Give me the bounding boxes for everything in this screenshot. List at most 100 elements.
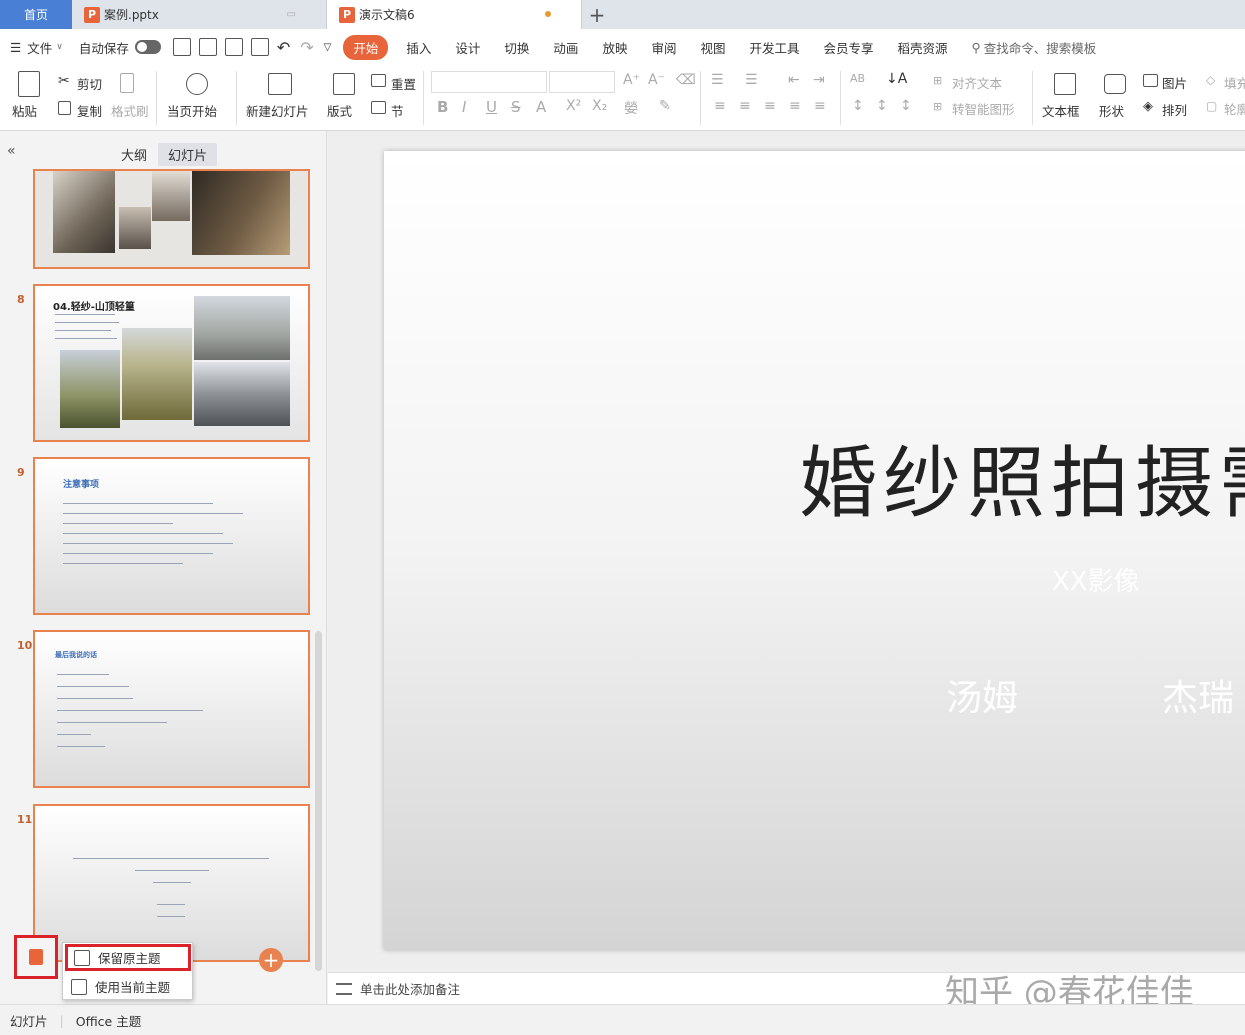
numbered-list-icon[interactable]: ☰ — [745, 72, 758, 88]
layout-button[interactable]: 版式 — [327, 101, 352, 120]
print-icon[interactable] — [224, 38, 243, 56]
status-theme[interactable]: Office 主题 — [76, 1011, 141, 1030]
monitor-icon: ▭ — [286, 9, 296, 20]
spacing-menu-icon[interactable]: ↕ — [900, 98, 912, 114]
slide-title-text[interactable]: 婚纱照拍摄需 — [799, 421, 1245, 533]
slide-thumbnail-8[interactable]: 04.轻纱-山顶轻篁 — [33, 284, 310, 442]
section-button[interactable]: 节 — [391, 101, 404, 120]
menu-transition[interactable]: 切换 — [504, 38, 529, 57]
new-tab-plus-icon[interactable]: + — [582, 0, 612, 29]
slide-thumbnail-10[interactable]: 最后我说的话 — [33, 630, 310, 788]
menu-animation[interactable]: 动画 — [553, 38, 578, 57]
redo-icon[interactable]: ↷ — [300, 38, 313, 57]
collapse-panel-icon[interactable]: « — [7, 143, 16, 159]
tab-file-presentation6[interactable]: P 演示文稿6 — [327, 0, 582, 29]
paste-button[interactable]: 粘贴 — [12, 101, 37, 120]
format-painter-button[interactable]: 格式刷 — [111, 101, 149, 120]
slides-panel: « 大纲 幻灯片 8 04.轻纱-山顶轻篁 9 注意事项 10 最后我说的话 1… — [0, 131, 327, 1004]
decrease-font-icon[interactable]: A⁻ — [648, 72, 665, 88]
outline-button[interactable]: 轮廓 — [1224, 99, 1245, 118]
align-text-button[interactable]: 对齐文本 — [952, 73, 1002, 92]
align-text-icon: ⊞ — [933, 74, 943, 87]
arrange-button[interactable]: 排列 — [1162, 100, 1187, 119]
slide-name-left[interactable]: 汤姆 — [946, 669, 1018, 721]
paste-icon[interactable] — [18, 71, 40, 97]
line-spacing-icon[interactable]: ↕ — [852, 98, 864, 114]
menu-developer[interactable]: 开发工具 — [749, 38, 799, 57]
font-color-icon[interactable]: A — [536, 98, 546, 116]
bullet-list-icon[interactable]: ☰ — [711, 72, 724, 88]
cut-button[interactable]: 剪切 — [77, 74, 102, 93]
paste-options-button[interactable] — [14, 935, 58, 979]
para-spacing-icon[interactable]: ↕ — [876, 98, 888, 114]
menu-review[interactable]: 审阅 — [651, 38, 676, 57]
current-slide[interactable]: 婚纱照拍摄需 XX影像 汤姆 杰瑞 — [384, 151, 1245, 950]
italic-icon[interactable]: I — [462, 98, 466, 116]
undo-icon[interactable]: ↶ — [277, 38, 290, 57]
indent-icon[interactable]: ⇥ — [813, 72, 825, 88]
keep-original-theme-item[interactable]: 保留原主题 — [65, 944, 191, 971]
customize-icon[interactable]: ▽ — [324, 42, 332, 53]
reset-button[interactable]: 重置 — [391, 74, 416, 93]
menu-view[interactable]: 视图 — [700, 38, 725, 57]
add-slide-plus-icon[interactable]: + — [259, 948, 283, 972]
use-current-theme-item[interactable]: 使用当前主题 — [65, 973, 191, 1000]
subscript-icon[interactable]: X₂ — [592, 98, 607, 114]
panel-scrollbar[interactable] — [315, 631, 322, 971]
command-search[interactable]: ⚲ 查找命令、搜索模板 — [972, 38, 1097, 57]
distribute-icon[interactable]: ≡ — [814, 98, 826, 114]
font-size-combo[interactable] — [549, 71, 615, 93]
picture-button[interactable]: 图片 — [1162, 73, 1187, 92]
shape-button[interactable]: 形状 — [1099, 101, 1124, 120]
autosave-toggle[interactable] — [134, 40, 161, 54]
strikethrough-icon[interactable]: S — [511, 98, 521, 116]
ribbon-toolbar: 粘贴 ✂ 剪切 复制 格式刷 当页开始 新建幻灯片 版式 重置 节 A⁺ A⁻ … — [0, 65, 1245, 131]
save-icon[interactable] — [172, 38, 191, 56]
menu-start[interactable]: 开始 — [343, 34, 389, 60]
align-right-icon[interactable]: ≡ — [764, 98, 776, 114]
wedding-photo — [194, 296, 290, 360]
text-direction-icon[interactable]: AB — [850, 72, 865, 85]
align-center-icon[interactable]: ≡ — [739, 98, 751, 114]
smart-shape-button[interactable]: 转智能图形 — [952, 99, 1015, 118]
underline-icon[interactable]: U — [486, 98, 497, 116]
wedding-photo — [53, 171, 115, 253]
slide-thumbnail-7[interactable] — [33, 169, 310, 269]
slide-name-right[interactable]: 杰瑞 — [1162, 669, 1234, 721]
file-menu[interactable]: ☰ 文件 ∨ — [10, 38, 63, 57]
fill-button[interactable]: 填充 — [1224, 73, 1245, 92]
bold-icon[interactable]: B — [437, 98, 448, 116]
new-slide-button[interactable]: 新建幻灯片 — [246, 101, 309, 120]
highlight-icon[interactable]: ✎ — [659, 98, 671, 114]
phonetic-icon[interactable]: 嫈 — [624, 98, 638, 118]
print-preview-icon[interactable] — [250, 38, 269, 56]
slide-thumbnail-11[interactable] — [33, 804, 310, 962]
increase-font-icon[interactable]: A⁺ — [623, 72, 640, 88]
status-view[interactable]: 幻灯片 — [10, 1011, 48, 1030]
copy-button[interactable]: 复制 — [77, 101, 102, 120]
export-icon[interactable] — [198, 38, 217, 56]
superscript-icon[interactable]: X² — [566, 98, 581, 114]
outdent-icon[interactable]: ⇤ — [788, 72, 800, 88]
tab-outline[interactable]: 大纲 — [111, 143, 157, 166]
slide-thumbnail-9[interactable]: 注意事项 — [33, 457, 310, 615]
copy-icon — [58, 101, 71, 115]
justify-icon[interactable]: ≡ — [789, 98, 801, 114]
menu-member[interactable]: 会员专享 — [824, 38, 874, 57]
clear-format-icon[interactable]: ⌫ — [676, 72, 696, 88]
tab-slides[interactable]: 幻灯片 — [158, 143, 218, 166]
tab-label: 案例.pptx — [104, 8, 159, 22]
menu-design[interactable]: 设计 — [455, 38, 480, 57]
menu-slideshow[interactable]: 放映 — [602, 38, 627, 57]
tab-file-case[interactable]: P 案例.pptx ▭ — [72, 0, 327, 29]
font-name-combo[interactable] — [431, 71, 547, 93]
tab-home[interactable]: 首页 — [0, 0, 72, 29]
sort-icon[interactable]: ↓A — [886, 71, 907, 87]
align-left-icon[interactable]: ≡ — [714, 98, 726, 114]
menu-insert[interactable]: 插入 — [406, 38, 431, 57]
slide-subtitle[interactable]: XX影像 — [1052, 561, 1140, 598]
textbox-button[interactable]: 文本框 — [1042, 101, 1080, 120]
from-current-button[interactable]: 当页开始 — [167, 101, 217, 120]
wedding-photo — [192, 171, 290, 255]
menu-docer[interactable]: 稻壳资源 — [898, 38, 948, 57]
